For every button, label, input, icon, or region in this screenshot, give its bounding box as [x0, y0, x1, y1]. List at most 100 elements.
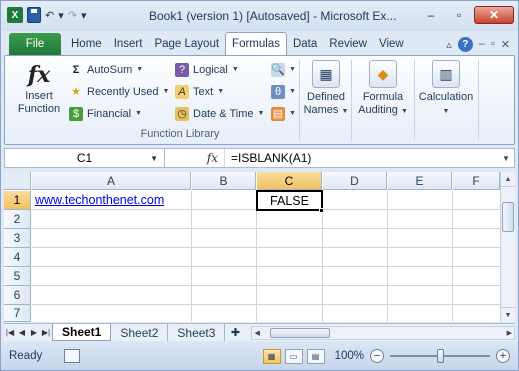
- calculation-button[interactable]: ▥ Calculation ▼: [416, 60, 476, 118]
- sheet-tab-sheet1[interactable]: Sheet1: [52, 324, 112, 341]
- sheet-tab-sheet3[interactable]: Sheet3: [168, 324, 226, 341]
- zoom-slider[interactable]: [390, 349, 490, 363]
- column-header-a[interactable]: A: [32, 172, 191, 190]
- close-button[interactable]: ✕: [474, 6, 514, 24]
- lookup-icon: 🔍: [271, 62, 285, 77]
- zoom-in-icon[interactable]: +: [496, 349, 510, 363]
- financial-icon: $: [69, 106, 83, 121]
- row-header-3[interactable]: 3: [4, 229, 31, 248]
- tab-formulas[interactable]: Formulas: [225, 32, 287, 55]
- save-icon[interactable]: [27, 7, 41, 23]
- formula-auditing-button[interactable]: ◆ Formula Auditing ▼: [354, 60, 412, 118]
- column-header-d[interactable]: D: [323, 172, 387, 190]
- ribbon-formulas: fx Insert Function Σ AutoSum ▼ ★ Recentl…: [4, 55, 515, 145]
- column-header-c[interactable]: C: [257, 172, 322, 190]
- defined-names-icon: ▦: [312, 60, 340, 88]
- cell-c1-selected[interactable]: FALSE: [256, 190, 323, 211]
- logical-button[interactable]: ? Logical ▼: [175, 61, 264, 78]
- scroll-up-icon[interactable]: ▲: [501, 172, 515, 187]
- row-header-6[interactable]: 6: [4, 286, 31, 305]
- recently-used-label: Recently Used: [87, 85, 159, 98]
- page-layout-view-icon[interactable]: ▭: [284, 348, 303, 364]
- workbook-restore-icon[interactable]: ▫: [491, 38, 495, 50]
- tab-home[interactable]: Home: [65, 33, 108, 55]
- insert-sheet-icon[interactable]: ✚: [225, 326, 245, 339]
- date-time-button[interactable]: ◷ Date & Time ▼: [175, 105, 264, 122]
- row-header-4[interactable]: 4: [4, 248, 31, 267]
- expand-formula-bar-icon[interactable]: ▼: [498, 154, 514, 163]
- insert-function-icon: fx: [27, 62, 51, 88]
- defined-names-button[interactable]: ▦ Defined Names ▼: [303, 60, 349, 118]
- column-header-e[interactable]: E: [388, 172, 452, 190]
- vertical-scrollbar[interactable]: ▲ ▼: [500, 172, 515, 322]
- first-sheet-icon[interactable]: |◀: [4, 328, 16, 337]
- tab-review[interactable]: Review: [323, 33, 373, 55]
- customize-qat-icon[interactable]: ▾: [81, 7, 87, 23]
- group-separator: [478, 60, 479, 140]
- minimize-ribbon-icon[interactable]: ▵: [446, 38, 452, 51]
- excel-logo-icon[interactable]: X: [7, 7, 23, 23]
- column-header-b[interactable]: B: [192, 172, 256, 190]
- formula-input[interactable]: =ISBLANK(A1): [225, 151, 498, 165]
- defined-names-label-2-text: Names: [303, 104, 339, 116]
- select-all-button[interactable]: [4, 172, 31, 190]
- tab-file[interactable]: File: [9, 33, 61, 55]
- page-break-view-icon[interactable]: ▤: [306, 348, 325, 364]
- workbook-close-icon[interactable]: ✕: [501, 38, 510, 51]
- macro-recording-icon[interactable]: [64, 349, 81, 363]
- vertical-scroll-thumb[interactable]: [502, 202, 514, 232]
- undo-icon[interactable]: ↶: [45, 7, 54, 23]
- formula-auditing-icon: ◆: [369, 60, 397, 88]
- tab-insert[interactable]: Insert: [108, 33, 149, 55]
- lookup-reference-button[interactable]: 🔍 ▼: [271, 61, 296, 78]
- zoom-level[interactable]: 100%: [335, 350, 364, 362]
- more-functions-button[interactable]: ▤ ▼: [271, 105, 296, 122]
- last-sheet-icon[interactable]: ▶|: [40, 328, 52, 337]
- next-sheet-icon[interactable]: ▶: [28, 328, 40, 337]
- recently-used-button[interactable]: ★ Recently Used ▼: [69, 83, 169, 100]
- help-icon[interactable]: ?: [457, 36, 473, 52]
- normal-view-icon[interactable]: ▦: [262, 348, 281, 364]
- sheet-tab-sheet2[interactable]: Sheet2: [111, 324, 169, 341]
- redo-icon[interactable]: ↷: [68, 7, 77, 23]
- row-header-7[interactable]: 7: [4, 305, 31, 322]
- workbook-minimize-icon[interactable]: –: [479, 38, 485, 50]
- autosum-button[interactable]: Σ AutoSum ▼: [69, 61, 169, 78]
- tab-page-layout[interactable]: Page Layout: [148, 33, 225, 55]
- scroll-right-icon[interactable]: ▶: [507, 329, 512, 337]
- insert-function-fx-button[interactable]: fx: [165, 149, 225, 167]
- row-header-5[interactable]: 5: [4, 267, 31, 286]
- zoom-slider-knob[interactable]: [437, 349, 444, 363]
- text-button[interactable]: A Text ▼: [175, 83, 264, 100]
- insert-function-button[interactable]: fx Insert Function: [9, 60, 69, 126]
- prev-sheet-icon[interactable]: ◀: [16, 328, 28, 337]
- scroll-left-icon[interactable]: ◀: [254, 329, 259, 337]
- clock-icon: ◷: [175, 106, 189, 121]
- undo-dropdown-icon[interactable]: ▾: [58, 7, 64, 23]
- name-box[interactable]: C1 ▼: [5, 149, 165, 167]
- function-library-col-1: Σ AutoSum ▼ ★ Recently Used ▼ $ Financia…: [69, 61, 169, 122]
- quick-access-toolbar: X ↶ ▾ ↷ ▾: [7, 7, 87, 23]
- horizontal-scroll-thumb[interactable]: [270, 327, 331, 338]
- calculation-label: Calculation: [418, 91, 474, 103]
- formula-auditing-label-1: Formula: [362, 91, 404, 103]
- row-header-1[interactable]: 1: [4, 191, 31, 210]
- horizontal-scrollbar[interactable]: ◀ ▶: [251, 325, 515, 340]
- scroll-down-icon[interactable]: ▼: [501, 307, 515, 322]
- view-buttons: ▦ ▭ ▤: [262, 348, 325, 364]
- row-header-2[interactable]: 2: [4, 210, 31, 229]
- chevron-down-icon[interactable]: ▼: [150, 154, 158, 163]
- zoom-out-icon[interactable]: −: [370, 349, 384, 363]
- text-icon: A: [175, 84, 189, 99]
- chevron-down-icon: ▼: [289, 66, 296, 73]
- tab-data[interactable]: Data: [287, 33, 323, 55]
- fill-handle[interactable]: [319, 208, 324, 213]
- cell-a1-hyperlink[interactable]: www.techonthenet.com: [32, 191, 191, 209]
- financial-button[interactable]: $ Financial ▼: [69, 105, 169, 122]
- tab-view[interactable]: View: [373, 33, 410, 55]
- math-trig-button[interactable]: θ ▼: [271, 83, 296, 100]
- minimize-button[interactable]: –: [418, 6, 444, 24]
- maximize-button[interactable]: ▫: [446, 6, 472, 24]
- column-header-f[interactable]: F: [453, 172, 500, 190]
- worksheet-grid[interactable]: A B C D E F 1 2 3 4 5 6 7 www.techonthen…: [4, 172, 500, 322]
